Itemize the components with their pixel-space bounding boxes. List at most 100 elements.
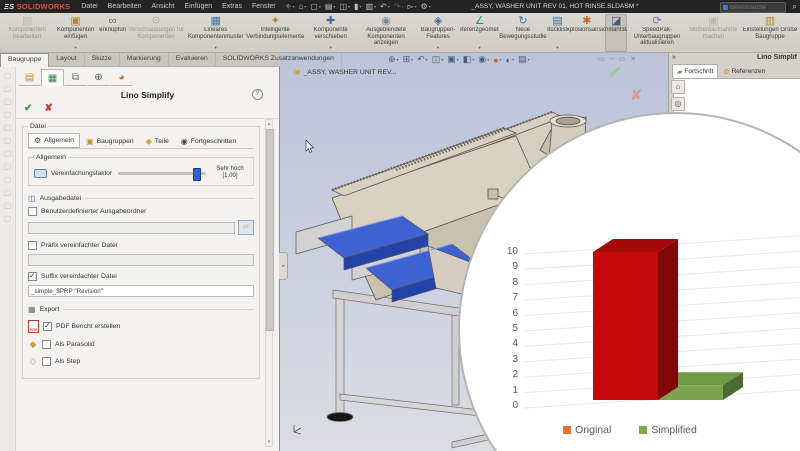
help-icon[interactable]: ? xyxy=(252,89,263,100)
suffix-checkbox[interactable] xyxy=(28,272,37,281)
custom-output-folder-checkbox[interactable] xyxy=(28,207,37,216)
feature-tree-flyout-icon[interactable]: ▢ xyxy=(4,110,12,119)
ribbon-button[interactable]: ✦ Intelligente Verbindungselemente ▾ xyxy=(245,14,305,52)
view-tool[interactable]: ◫▾ xyxy=(432,54,444,65)
cascade-icon[interactable]: ▭ xyxy=(598,55,605,63)
ribbon-button[interactable]: ⟳ SpeedPak-Unterbaugruppen aktualisieren… xyxy=(627,14,687,52)
manager-tab[interactable]: ▤ xyxy=(18,69,41,86)
feature-tree-flyout-icon[interactable]: ▢ xyxy=(4,214,12,223)
view-tool[interactable]: ◧▾ xyxy=(463,54,475,65)
feature-tree-flyout-icon[interactable]: ▢ xyxy=(4,149,12,158)
cancel-button[interactable]: ✘ xyxy=(44,103,52,114)
feature-tree-flyout-icon[interactable]: ▢ xyxy=(4,201,12,210)
home-icon[interactable]: ⌂ xyxy=(671,80,685,94)
feature-tree-flyout-icon[interactable]: ▢ xyxy=(4,84,12,93)
scroll-up-icon[interactable]: ▴ xyxy=(266,120,272,128)
close-icon[interactable]: ✕ xyxy=(630,55,636,63)
ribbon-button[interactable]: ▤ Stückliste ▾ xyxy=(547,14,569,52)
command-tab[interactable]: Layout xyxy=(49,53,84,67)
quick-icon[interactable]: ▻▾ xyxy=(407,3,416,11)
ribbon-button[interactable]: ▦ Lineares Komponentenmuster ▾ xyxy=(186,14,245,52)
quick-icon[interactable]: ▤▾ xyxy=(325,3,336,11)
file-tab[interactable]: ◆Teile xyxy=(140,133,175,148)
scroll-down-icon[interactable]: ▾ xyxy=(266,438,272,446)
manager-tab[interactable]: ▦ xyxy=(41,69,64,86)
quick-icon[interactable]: ◫▾ xyxy=(339,3,350,11)
quick-icon[interactable]: ▢▾ xyxy=(310,3,321,11)
slider-thumb[interactable] xyxy=(193,168,201,181)
search-icon[interactable]: ⌕ xyxy=(793,2,797,12)
command-tab[interactable]: Skizze xyxy=(85,53,120,67)
feature-tree-flyout-icon[interactable]: ▢ xyxy=(4,97,12,106)
quick-icon[interactable]: ↷▾ xyxy=(394,3,404,11)
feature-tree-flyout-icon[interactable]: ▢ xyxy=(4,162,12,171)
scrollbar-thumb[interactable] xyxy=(266,129,274,331)
command-tab[interactable]: Markierung xyxy=(120,53,169,67)
pdf-report-checkbox[interactable] xyxy=(43,322,52,331)
view-tool[interactable]: ▤▾ xyxy=(518,54,530,65)
prefix-field[interactable] xyxy=(28,254,254,266)
quick-icon[interactable]: ⌂▾ xyxy=(298,3,306,11)
ribbon-button[interactable]: ⚙ Verschraubungen für Komponenten ▾ xyxy=(126,14,186,52)
ribbon-button[interactable]: ▧ Komponenten bearbeiten ▾ xyxy=(2,14,52,52)
manager-tab[interactable]: ⊕ xyxy=(87,69,110,86)
quick-icon[interactable]: ▥▾ xyxy=(365,3,376,11)
ribbon-button[interactable]: ∠ Referenzgeometrie ▾ xyxy=(460,14,499,52)
view-tool[interactable]: ◉▾ xyxy=(478,54,489,65)
ok-button[interactable]: ✔ xyxy=(24,103,32,114)
feature-tree-flyout-icon[interactable]: ▢ xyxy=(4,136,12,145)
confirmation-ok-icon[interactable]: ✔ xyxy=(607,62,623,85)
ribbon-button[interactable]: ▥ Einstellungen Große Baugruppe ▾ xyxy=(740,14,800,52)
parasolid-checkbox[interactable] xyxy=(42,340,51,349)
ribbon-button[interactable]: ◈ Baugruppen-Features ▾ xyxy=(416,14,460,52)
feature-tree-flyout-icon[interactable]: ▢ xyxy=(4,188,12,197)
menu-item[interactable]: Einfügen xyxy=(179,3,217,10)
menu-item[interactable]: Extras xyxy=(217,3,247,10)
ribbon-button[interactable]: ▣ Komponenten einfügen ▾ xyxy=(52,14,99,52)
panel-collapse-handle[interactable]: ◂ xyxy=(279,252,288,280)
command-search[interactable] xyxy=(720,2,786,13)
file-tab[interactable]: ▣Baugruppen xyxy=(80,133,140,148)
command-tab[interactable]: Baugruppe xyxy=(0,53,49,67)
collapse-pane-icon[interactable]: » xyxy=(672,54,676,61)
search-input[interactable] xyxy=(730,5,778,11)
design-library-icon[interactable]: ◎ xyxy=(671,97,685,111)
feature-tree-flyout-icon[interactable]: ▢ xyxy=(4,71,12,80)
file-tab[interactable]: ◉Fortgeschritten xyxy=(175,133,242,148)
manager-tab[interactable]: ⧉ xyxy=(64,69,87,86)
view-tool[interactable]: ⊕▾ xyxy=(388,54,399,65)
view-tool[interactable]: ◐▾ xyxy=(506,55,514,65)
browse-folder-button[interactable]: ▱ xyxy=(238,220,254,235)
quick-icon[interactable]: ▮▾ xyxy=(354,3,361,11)
confirmation-cancel-icon[interactable]: ✘ xyxy=(630,86,643,104)
command-tab[interactable]: Evaluieren xyxy=(169,53,216,67)
ribbon-button[interactable]: ∞ Verknüpfung ▾ xyxy=(99,14,126,52)
panel-scrollbar[interactable]: ▴ ▾ xyxy=(265,119,273,447)
file-tab[interactable]: ⚙Allgemein xyxy=(28,133,80,148)
menu-item[interactable]: Fenster xyxy=(247,3,281,10)
ribbon-button[interactable]: ◉ Ausgeblendete Komponenten anzeigen ▾ xyxy=(356,14,416,52)
prefix-checkbox[interactable] xyxy=(28,241,37,250)
view-tool[interactable]: ●▾ xyxy=(493,55,501,65)
ribbon-button[interactable]: ↻ Neue Bewegungsstudie ▾ xyxy=(499,14,547,52)
output-folder-field[interactable] xyxy=(28,222,235,234)
task-pane-tab[interactable]: ⚙Referenzen xyxy=(718,64,770,78)
task-pane-tab[interactable]: ▰Fortschritt xyxy=(672,64,718,78)
view-tool[interactable]: ↶▾ xyxy=(417,54,428,65)
quick-icon[interactable]: ✧▾ xyxy=(285,3,295,11)
ribbon-button[interactable]: ✚ Komponente verschieben ▾ xyxy=(305,14,356,52)
view-tool[interactable]: ▣▾ xyxy=(447,54,459,65)
menu-item[interactable]: Bearbeiten xyxy=(103,3,147,10)
ribbon-button[interactable]: ◪ Instant3D ▾ xyxy=(605,14,627,52)
menu-item[interactable]: Datei xyxy=(76,3,102,10)
ribbon-button[interactable]: ✱ Explosionsansicht ▾ xyxy=(568,14,605,52)
menu-item[interactable]: Ansicht xyxy=(147,3,180,10)
feature-tree-flyout-icon[interactable]: ▢ xyxy=(4,123,12,132)
feature-tree-flyout-icon[interactable]: ▢ xyxy=(4,175,12,184)
view-tool[interactable]: ⊞▾ xyxy=(403,54,414,65)
suffix-field[interactable] xyxy=(28,285,254,297)
manager-tab[interactable]: ◕ xyxy=(110,69,133,86)
quick-icon[interactable]: ↶▾ xyxy=(380,3,390,11)
simplification-slider[interactable] xyxy=(118,172,206,175)
step-checkbox[interactable] xyxy=(42,357,51,366)
